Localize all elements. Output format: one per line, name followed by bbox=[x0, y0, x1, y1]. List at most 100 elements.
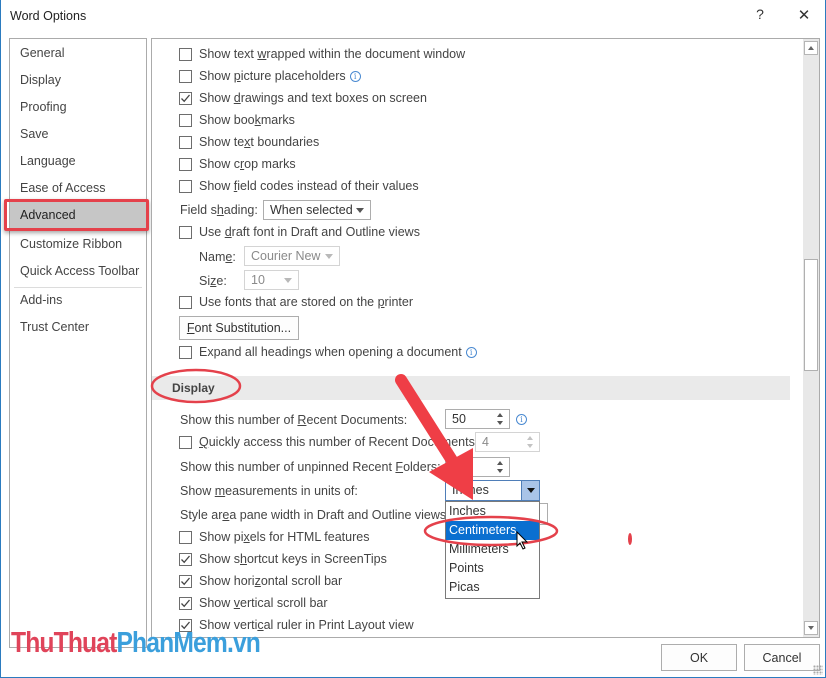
option-label: Use draft font in Draft and Outline view… bbox=[199, 225, 420, 239]
sidebar-item-proofing[interactable]: Proofing bbox=[10, 94, 146, 121]
name-label: Name: bbox=[199, 250, 236, 264]
vertical-scrollbar[interactable] bbox=[803, 39, 819, 637]
chevron-down-icon[interactable] bbox=[521, 481, 539, 500]
watermark: ThuThuatPhanMem.vn bbox=[11, 627, 261, 660]
field-shading-select[interactable]: When selected bbox=[263, 200, 371, 220]
draft-font-size-select[interactable]: 10 bbox=[244, 270, 299, 290]
option-show-horizontal-scroll[interactable]: Show horizontal scroll bar bbox=[179, 571, 342, 591]
info-icon[interactable]: i bbox=[349, 70, 361, 82]
checkmark-icon bbox=[181, 577, 190, 585]
spin-arrows-icon[interactable] bbox=[497, 460, 505, 474]
scrollbar-thumb[interactable] bbox=[804, 259, 818, 371]
dropdown-option-millimeters[interactable]: Millimeters bbox=[446, 540, 539, 559]
option-show-field-codes[interactable]: Show field codes instead of their values bbox=[179, 176, 419, 196]
option-show-text-boundaries[interactable]: Show text boundaries bbox=[179, 132, 319, 152]
spin-arrows-icon[interactable] bbox=[527, 435, 535, 449]
font-substitution-button[interactable]: Font Substitution... bbox=[179, 316, 299, 340]
option-show-pixels-html[interactable]: Show pixels for HTML features bbox=[179, 527, 369, 547]
option-label: Show horizontal scroll bar bbox=[199, 574, 343, 588]
measurement-units-label: Show measurements in units of: bbox=[180, 484, 358, 498]
option-label: Show pixels for HTML features bbox=[199, 530, 370, 544]
option-expand-headings[interactable]: Expand all headings when opening a docum… bbox=[179, 342, 477, 362]
help-button[interactable]: ? bbox=[751, 6, 769, 26]
info-icon[interactable]: i bbox=[465, 346, 477, 358]
button-label: Font Substitution... bbox=[186, 321, 292, 335]
draft-font-name-select[interactable]: Courier New bbox=[244, 246, 340, 266]
sidebar-item-language[interactable]: Language bbox=[10, 148, 146, 175]
watermark-part1: ThuThuat bbox=[11, 627, 117, 659]
advanced-options-panel: Show text wrapped within the document wi… bbox=[151, 38, 820, 638]
checkbox[interactable] bbox=[179, 295, 192, 309]
info-icon[interactable]: i bbox=[516, 414, 527, 425]
recent-folders-label: Show this number of unpinned Recent Fold… bbox=[180, 460, 441, 474]
sidebar-item-add-ins[interactable]: Add-ins bbox=[10, 287, 146, 314]
dropdown-option-centimeters[interactable]: Centimeters bbox=[446, 521, 539, 540]
chevron-down-icon bbox=[325, 254, 333, 259]
option-show-text-wrapped[interactable]: Show text wrapped within the document wi… bbox=[179, 44, 465, 64]
measurement-units-select[interactable]: Inches bbox=[445, 480, 540, 501]
option-show-crop-marks[interactable]: Show crop marks bbox=[179, 154, 296, 174]
checkbox[interactable] bbox=[179, 69, 192, 83]
option-show-picture-placeholders[interactable]: Show picture placeholders i bbox=[179, 66, 361, 86]
option-show-bookmarks[interactable]: Show bookmarks bbox=[179, 110, 295, 130]
checkbox[interactable] bbox=[179, 135, 192, 149]
ok-button[interactable]: OK bbox=[661, 644, 737, 671]
checkbox[interactable] bbox=[179, 225, 192, 239]
draft-font-name-value: Courier New bbox=[251, 249, 321, 263]
option-show-shortcut-keys[interactable]: Show shortcut keys in ScreenTips bbox=[179, 549, 387, 569]
sidebar-item-trust-center[interactable]: Trust Center bbox=[10, 314, 146, 341]
style-pane-width-input[interactable] bbox=[540, 503, 548, 525]
draft-font-size-value: 10 bbox=[251, 273, 265, 287]
recent-documents-label: Show this number of Recent Documents: bbox=[180, 413, 408, 427]
resize-grip-icon[interactable] bbox=[813, 665, 823, 675]
sidebar-item-display[interactable]: Display bbox=[10, 67, 146, 94]
option-label: Show picture placeholders bbox=[199, 69, 346, 83]
checkbox[interactable] bbox=[179, 530, 192, 544]
word-options-dialog: Word Options ? ✕ General Display Proofin… bbox=[0, 0, 826, 678]
option-draft-font[interactable]: Use draft font in Draft and Outline view… bbox=[179, 222, 420, 242]
option-label: Show vertical scroll bar bbox=[199, 596, 328, 610]
checkbox[interactable] bbox=[179, 47, 192, 61]
dropdown-option-points[interactable]: Points bbox=[446, 559, 539, 578]
checkbox[interactable] bbox=[179, 435, 192, 449]
option-printer-fonts[interactable]: Use fonts that are stored on the printer bbox=[179, 292, 413, 312]
cancel-button[interactable]: Cancel bbox=[744, 644, 820, 671]
recent-folders-spinner[interactable] bbox=[445, 457, 510, 477]
option-label: Show bookmarks bbox=[199, 113, 295, 127]
measurement-units-dropdown: Inches Centimeters Millimeters Points Pi… bbox=[445, 501, 540, 599]
scroll-up-arrow-icon[interactable] bbox=[804, 41, 818, 55]
sidebar-item-general[interactable]: General bbox=[10, 40, 146, 67]
option-show-drawings[interactable]: Show drawings and text boxes on screen bbox=[179, 88, 427, 108]
sidebar-item-ease-of-access[interactable]: Ease of Access bbox=[10, 175, 146, 202]
option-label: Show field codes instead of their values bbox=[199, 179, 419, 193]
checkbox[interactable] bbox=[179, 157, 192, 171]
checkbox[interactable] bbox=[179, 574, 192, 588]
display-section-header: Display bbox=[152, 376, 790, 400]
sidebar-item-save[interactable]: Save bbox=[10, 121, 146, 148]
sidebar-item-quick-access-toolbar[interactable]: Quick Access Toolbar bbox=[10, 258, 146, 285]
sidebar-item-advanced[interactable]: Advanced bbox=[10, 202, 146, 229]
dropdown-option-inches[interactable]: Inches bbox=[446, 502, 539, 521]
scroll-down-arrow-icon[interactable] bbox=[804, 621, 818, 635]
close-button[interactable]: ✕ bbox=[794, 6, 814, 26]
quick-access-count-spinner[interactable]: 4 bbox=[475, 432, 540, 452]
checkbox[interactable] bbox=[179, 91, 192, 105]
recent-documents-value: 50 bbox=[452, 412, 466, 426]
option-show-vertical-scroll[interactable]: Show vertical scroll bar bbox=[179, 593, 328, 613]
option-quick-access-recent[interactable]: Quickly access this number of Recent Doc… bbox=[179, 432, 478, 452]
spin-arrows-icon[interactable] bbox=[497, 412, 505, 426]
checkbox[interactable] bbox=[179, 113, 192, 127]
dialog-title: Word Options bbox=[10, 9, 87, 23]
chevron-down-icon bbox=[284, 278, 292, 283]
sidebar-item-customize-ribbon[interactable]: Customize Ribbon bbox=[10, 231, 146, 258]
dropdown-option-picas[interactable]: Picas bbox=[446, 578, 539, 597]
checkbox[interactable] bbox=[179, 179, 192, 193]
recent-documents-spinner[interactable]: 50 bbox=[445, 409, 510, 429]
checkbox[interactable] bbox=[179, 552, 192, 566]
measurement-units-value: Inches bbox=[452, 483, 489, 497]
option-label: Expand all headings when opening a docum… bbox=[199, 345, 462, 359]
field-shading-label: Field shading: bbox=[180, 203, 258, 217]
style-pane-width-label: Style area pane width in Draft and Outli… bbox=[180, 508, 450, 522]
checkbox[interactable] bbox=[179, 345, 192, 359]
checkbox[interactable] bbox=[179, 596, 192, 610]
